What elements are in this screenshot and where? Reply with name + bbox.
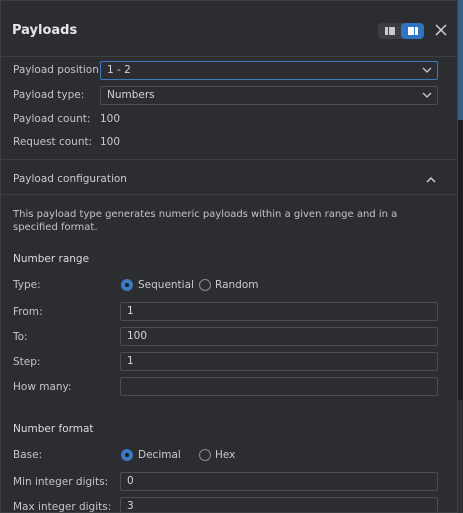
decimal-radio-label[interactable]: Decimal <box>138 449 181 461</box>
request-count-label: Request count: <box>13 136 93 148</box>
base-label: Base: <box>13 449 43 461</box>
chevron-down-icon <box>422 92 432 98</box>
how-many-label: How many: <box>13 381 72 393</box>
random-radio-label[interactable]: Random <box>215 279 258 291</box>
hex-radio-label[interactable]: Hex <box>215 449 235 461</box>
config-divider <box>1 194 457 195</box>
panel-header: Payloads <box>1 1 457 61</box>
header-divider <box>1 56 457 57</box>
from-input[interactable]: 1 <box>120 302 438 321</box>
payload-position-label: Payload position: <box>13 64 103 76</box>
max-integer-digits-label: Max integer digits: <box>13 501 112 513</box>
step-label: Step: <box>13 356 41 368</box>
scrollbar-thumb[interactable] <box>458 0 463 120</box>
payload-type-select[interactable]: Numbers <box>100 86 438 105</box>
list-layout-icon[interactable] <box>378 23 401 39</box>
scrollbar-track-segment <box>458 400 463 513</box>
number-range-title: Number range <box>13 253 90 265</box>
payload-type-label: Payload type: <box>13 89 85 101</box>
payload-position-value: 1 - 2 <box>107 64 131 76</box>
sequential-radio-label[interactable]: Sequential <box>138 279 194 291</box>
close-icon[interactable] <box>434 21 448 39</box>
outer-scrollbar[interactable] <box>458 0 463 513</box>
range-type-label: Type: <box>13 279 41 291</box>
step-input[interactable]: 1 <box>120 352 438 371</box>
sequential-radio[interactable] <box>121 279 133 291</box>
panel-title: Payloads <box>12 23 78 38</box>
how-many-input[interactable] <box>120 377 438 396</box>
min-integer-digits-input[interactable]: 0 <box>120 472 438 491</box>
random-radio[interactable] <box>199 279 211 291</box>
step-value: 1 <box>127 355 134 367</box>
min-integer-digits-label: Min integer digits: <box>13 476 109 488</box>
number-format-title: Number format <box>13 423 94 435</box>
chevron-up-icon[interactable] <box>425 174 437 186</box>
payload-count-label: Payload count: <box>13 113 91 125</box>
section-divider <box>1 159 457 160</box>
payload-count-value: 100 <box>100 113 121 125</box>
hex-radio[interactable] <box>199 449 211 461</box>
payload-configuration-title[interactable]: Payload configuration <box>13 173 127 185</box>
payloads-panel: Payloads Payload position: 1 - 2 Payload… <box>0 0 458 513</box>
payload-type-value: Numbers <box>107 89 155 101</box>
to-value: 100 <box>127 330 148 342</box>
max-integer-digits-value: 3 <box>127 500 134 512</box>
split-layout-icon[interactable] <box>401 23 424 39</box>
layout-toggle[interactable] <box>378 23 424 39</box>
decimal-radio[interactable] <box>121 449 133 461</box>
from-label: From: <box>13 306 43 318</box>
to-input[interactable]: 100 <box>120 327 438 346</box>
min-integer-digits-value: 0 <box>127 475 134 487</box>
max-integer-digits-input[interactable]: 3 <box>120 497 438 512</box>
request-count-value: 100 <box>100 136 121 148</box>
from-value: 1 <box>127 305 134 317</box>
payload-position-select[interactable]: 1 - 2 <box>100 61 438 80</box>
chevron-down-icon <box>422 67 432 73</box>
to-label: To: <box>13 331 28 343</box>
config-description: This payload type generates numeric payl… <box>13 209 398 233</box>
